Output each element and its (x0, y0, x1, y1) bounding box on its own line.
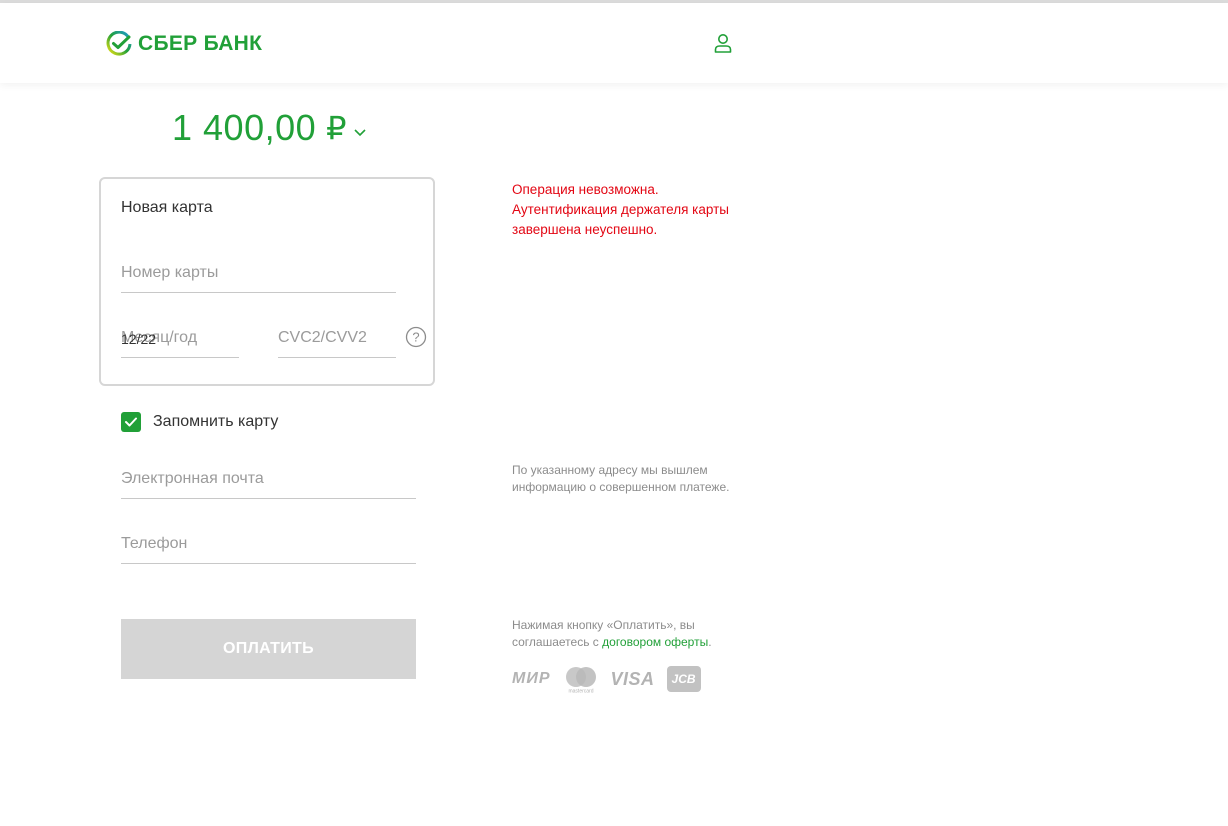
sberbank-logo[interactable]: СБЕР БАНК (106, 29, 262, 59)
error-message: Операция невозможна. Аутентификация держ… (512, 180, 772, 240)
header: СБЕР БАНК (0, 3, 1228, 83)
jcb-logo: JCB (666, 666, 701, 692)
visa-logo: VISA (610, 668, 655, 689)
payment-amount[interactable]: 1 400,00 ₽ (172, 106, 367, 150)
error-line-2: Аутентификация держателя карты (512, 202, 729, 217)
email-note: По указанному адресу мы вышлем информаци… (512, 463, 730, 494)
expiry-field[interactable]: Месяц/год 12/22 (121, 318, 239, 358)
card-number-placeholder: Номер карты (121, 264, 219, 281)
card-form-title: Новая карта (121, 199, 213, 216)
cvc-field[interactable]: CVC2/CVV2 (278, 318, 396, 358)
logo-text: СБЕР БАНК (138, 32, 263, 55)
cvc-placeholder: CVC2/CVV2 (278, 329, 367, 346)
phone-field[interactable]: Телефон (121, 525, 416, 564)
error-line-1: Операция невозможна. (512, 182, 659, 197)
offer-agreement-link[interactable]: договором оферты (602, 635, 708, 649)
pay-button[interactable]: ОПЛАТИТЬ (121, 619, 416, 679)
expiry-value: 12/22 (121, 331, 157, 347)
checkmark-icon (125, 417, 137, 427)
new-card-form: Новая карта Номер карты Месяц/год 12/22 … (99, 177, 435, 386)
sber-logo-icon (106, 31, 132, 56)
offer-note: Нажимая кнопку «Оплатить», вы соглашаете… (512, 617, 772, 651)
currency-sign: ₽ (326, 110, 347, 146)
svg-text:?: ? (412, 330, 419, 345)
remember-card-label: Запомнить карту (153, 413, 279, 430)
mastercard-logo: mastercard (565, 667, 596, 695)
chevron-down-icon[interactable] (353, 127, 367, 137)
card-number-field[interactable]: Номер карты (121, 253, 396, 293)
user-icon[interactable] (712, 32, 734, 54)
email-placeholder: Электронная почта (121, 470, 264, 487)
question-circle-icon[interactable]: ? (405, 326, 427, 348)
remember-card-checkbox[interactable]: Запомнить карту (121, 411, 278, 433)
offer-suffix: . (708, 635, 712, 649)
phone-placeholder: Телефон (121, 535, 188, 552)
mir-logo: МИР (512, 670, 551, 687)
mastercard-caption: mastercard (568, 689, 593, 695)
error-line-3: завершена неуспешно. (512, 222, 658, 237)
payment-systems: МИР mastercard VISA JCB (512, 664, 713, 694)
amount-value: 1 400,00 (172, 107, 317, 148)
checkbox-checked[interactable] (121, 412, 141, 432)
email-field[interactable]: Электронная почта (121, 460, 416, 499)
